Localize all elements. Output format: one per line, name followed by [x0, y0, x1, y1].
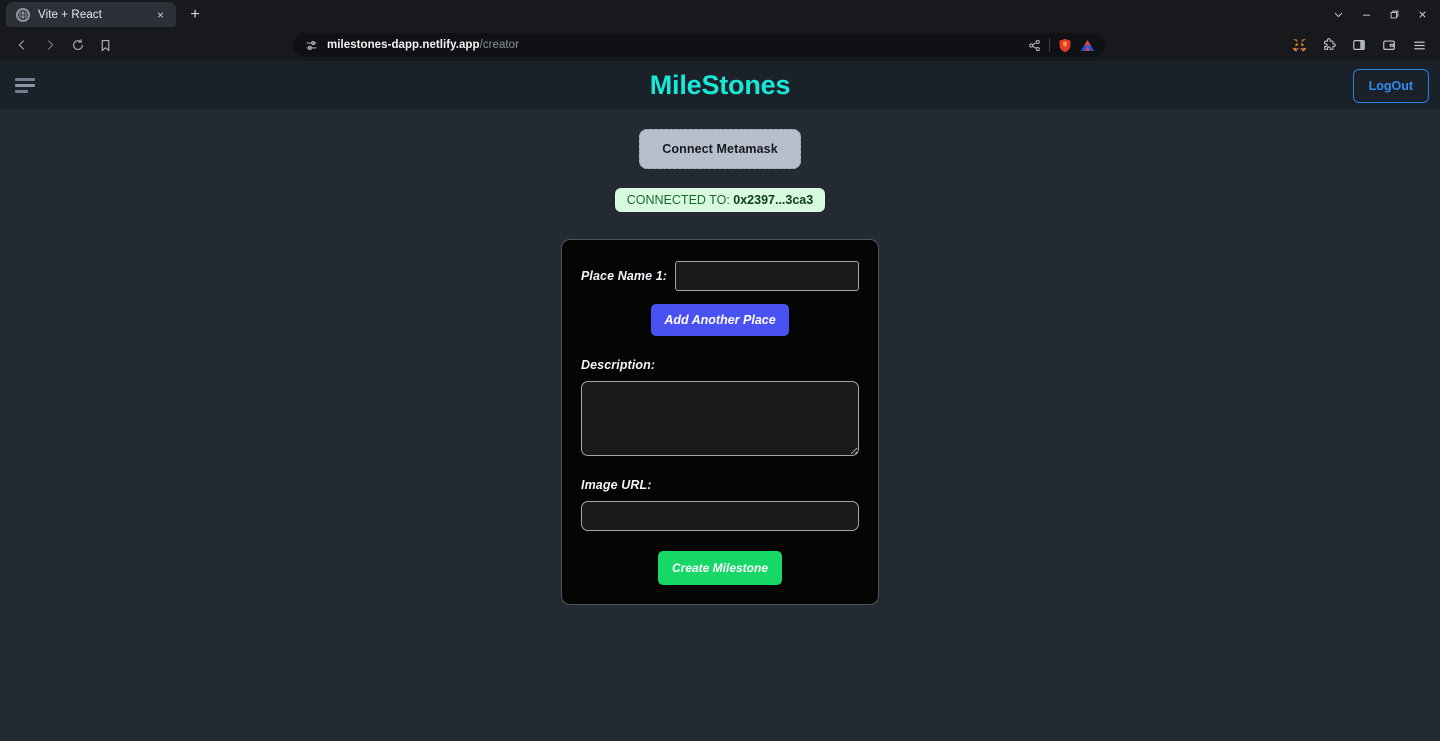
- tab-search-icon[interactable]: [1324, 1, 1352, 29]
- tab-strip: Vite + React × +: [0, 0, 1440, 29]
- image-url-label: Image URL:: [581, 478, 652, 492]
- site-settings-icon[interactable]: [305, 39, 318, 52]
- status-badge: CONNECTED TO: 0x2397...3ca3: [614, 188, 826, 212]
- extensions-toolbar: [1276, 32, 1432, 58]
- place-name-input[interactable]: [675, 261, 859, 291]
- metamask-extension-icon[interactable]: [1286, 32, 1312, 58]
- submit-row: Create Milestone: [581, 551, 859, 585]
- wallet-triangle-icon[interactable]: [1080, 39, 1095, 52]
- share-icon[interactable]: [1028, 39, 1041, 52]
- page-viewport: MileStones LogOut Connect Metamask CONNE…: [0, 61, 1440, 741]
- sidebar-panel-icon[interactable]: [1346, 32, 1372, 58]
- extensions-puzzle-icon[interactable]: [1316, 32, 1342, 58]
- browser-window: Vite + React × + milestones-dapp.netlify…: [0, 0, 1440, 741]
- close-icon[interactable]: [1408, 1, 1436, 29]
- new-tab-button[interactable]: +: [183, 3, 207, 27]
- address-bar[interactable]: milestones-dapp.netlify.app/creator: [293, 33, 1105, 57]
- page-content: Connect Metamask CONNECTED TO: 0x2397...…: [0, 110, 1440, 605]
- connect-section: Connect Metamask: [0, 129, 1440, 169]
- minimize-icon[interactable]: [1352, 1, 1380, 29]
- image-url-block: Image URL:: [581, 476, 859, 531]
- connected-address: 0x2397...3ca3: [733, 193, 814, 207]
- logout-button[interactable]: LogOut: [1352, 68, 1429, 103]
- browser-menu-icon[interactable]: [1406, 32, 1432, 58]
- hamburger-menu-icon[interactable]: [11, 72, 39, 100]
- wallet-icon[interactable]: [1376, 32, 1402, 58]
- description-label: Description:: [581, 358, 656, 372]
- add-another-place-row: Add Another Place: [581, 304, 859, 336]
- omnibox-container: milestones-dapp.netlify.app/creator: [92, 33, 1276, 57]
- url-path: /creator: [479, 39, 519, 51]
- back-arrow-icon[interactable]: [8, 31, 36, 59]
- bookmark-icon[interactable]: [92, 32, 118, 58]
- description-textarea[interactable]: [581, 381, 859, 456]
- tab-title: Vite + React: [38, 8, 102, 21]
- globe-icon: [16, 7, 30, 22]
- place-name-row: Place Name 1:: [581, 261, 859, 291]
- url-text: milestones-dapp.netlify.app/creator: [327, 39, 1019, 51]
- forward-arrow-icon[interactable]: [36, 31, 64, 59]
- status-prefix: CONNECTED TO:: [626, 193, 734, 207]
- add-another-place-button[interactable]: Add Another Place: [651, 304, 789, 336]
- url-domain: milestones-dapp.netlify.app: [327, 39, 480, 51]
- connection-status-section: CONNECTED TO: 0x2397...3ca3: [0, 188, 1440, 212]
- navigation-bar: milestones-dapp.netlify.app/creator: [0, 29, 1440, 61]
- omnibox-actions: [1028, 38, 1101, 53]
- description-block: Description:: [581, 356, 859, 456]
- browser-tab[interactable]: Vite + React ×: [6, 2, 176, 27]
- connect-metamask-button[interactable]: Connect Metamask: [639, 129, 801, 169]
- tab-close-icon[interactable]: ×: [153, 7, 168, 22]
- place-name-label: Place Name 1:: [581, 269, 668, 283]
- maximize-icon[interactable]: [1380, 1, 1408, 29]
- image-url-input[interactable]: [581, 501, 859, 531]
- milestone-form-card: Place Name 1: Add Another Place Descript…: [561, 239, 879, 605]
- window-controls: [1324, 0, 1436, 29]
- brave-shields-icon[interactable]: [1058, 38, 1072, 53]
- page-title: MileStones: [649, 70, 791, 100]
- app-header: MileStones LogOut: [0, 61, 1440, 110]
- create-milestone-button[interactable]: Create Milestone: [657, 551, 783, 585]
- reload-icon[interactable]: [64, 31, 92, 59]
- omnibox-divider: [1049, 38, 1050, 52]
